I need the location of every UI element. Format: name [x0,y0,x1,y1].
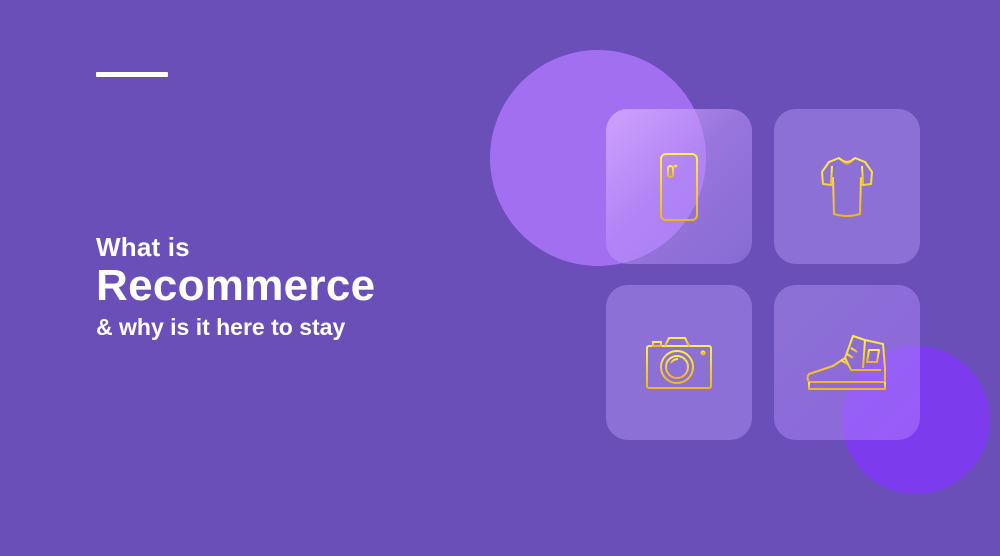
tile-camera [606,285,752,440]
tile-smartphone [606,109,752,264]
headline-subtitle: & why is it here to stay [96,314,346,340]
tshirt-icon [819,154,875,220]
sneaker-icon [805,334,889,392]
camera-icon [645,336,713,390]
tile-sneaker [774,285,920,440]
headline-intro: What is [96,232,190,262]
smartphone-icon [659,152,699,222]
headline: What is Recommerce & why is it here to s… [96,232,375,342]
headline-title: Recommerce [96,261,376,310]
hero-banner: What is Recommerce & why is it here to s… [0,0,1000,556]
accent-line [96,72,168,77]
tile-tshirt [774,109,920,264]
